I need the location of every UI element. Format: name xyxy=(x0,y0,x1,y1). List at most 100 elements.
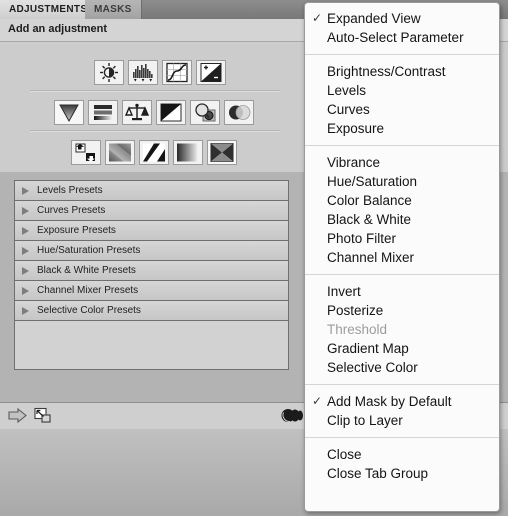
menu-item-auto-select-parameter[interactable]: Auto-Select Parameter xyxy=(305,28,499,47)
menu-item-label: Exposure xyxy=(327,121,385,136)
disclosure-triangle-icon xyxy=(22,246,29,255)
tab-adjustments[interactable]: ADJUSTMENTS xyxy=(0,0,98,19)
photo-filter-icon[interactable] xyxy=(190,99,220,125)
return-to-adjustment-list-icon[interactable] xyxy=(8,407,28,424)
menu-item-posterize[interactable]: Posterize xyxy=(305,301,499,320)
menu-item-label: Posterize xyxy=(327,303,384,318)
preset-label: Exposure Presets xyxy=(37,225,116,236)
menu-item-close[interactable]: Close xyxy=(305,445,499,464)
disclosure-triangle-icon xyxy=(22,186,29,195)
menu-item-selective-color[interactable]: Selective Color xyxy=(305,358,499,377)
adjustment-icon-row-3 xyxy=(0,137,304,167)
preset-row[interactable]: Black & White Presets xyxy=(15,261,288,281)
menu-item-close-tab-group[interactable]: Close Tab Group xyxy=(305,464,499,483)
invert-icon[interactable] xyxy=(71,139,101,165)
curves-glyph xyxy=(163,60,191,84)
exposure-icon[interactable] xyxy=(196,59,226,85)
clip-to-layer-icon[interactable] xyxy=(33,407,53,424)
menu-separator xyxy=(305,384,499,385)
menu-item-channel-mixer[interactable]: Channel Mixer xyxy=(305,248,499,267)
levels-icon[interactable] xyxy=(128,59,158,85)
presets-empty-area xyxy=(15,321,288,369)
preset-row[interactable]: Channel Mixer Presets xyxy=(15,281,288,301)
menu-item-label: Gradient Map xyxy=(327,341,409,356)
add-adjustment-label: Add an adjustment xyxy=(8,23,108,35)
check-icon: ✓ xyxy=(312,11,323,25)
icon-row-separator-1 xyxy=(30,90,280,92)
vibrance-glyph xyxy=(55,100,83,124)
menu-item-curves[interactable]: Curves xyxy=(305,100,499,119)
hue-saturation-icon[interactable] xyxy=(88,99,118,125)
menu-separator xyxy=(305,437,499,438)
menu-item-expanded-view[interactable]: ✓ Expanded View xyxy=(305,9,499,28)
menu-item-label: Photo Filter xyxy=(327,231,397,246)
menu-item-label: Black & White xyxy=(327,212,412,227)
menu-item-levels[interactable]: Levels xyxy=(305,81,499,100)
clip-layer-glyph xyxy=(34,407,51,423)
menu-item-photo-filter[interactable]: Photo Filter xyxy=(305,229,499,248)
disclosure-triangle-icon xyxy=(22,306,29,315)
menu-item-label: Brightness/Contrast xyxy=(327,64,446,79)
arrow-right-glyph xyxy=(8,407,27,424)
gradient-map-icon[interactable] xyxy=(173,139,203,165)
layer-visibility-glyph xyxy=(281,409,303,422)
preset-row[interactable]: Levels Presets xyxy=(15,181,288,201)
photo-filter-glyph xyxy=(191,100,219,124)
channel-mixer-icon[interactable] xyxy=(224,99,254,125)
menu-item-clip-to-layer[interactable]: Clip to Layer xyxy=(305,411,499,430)
menu-separator xyxy=(305,145,499,146)
menu-item-label: Add Mask by Default xyxy=(327,394,452,409)
gradient-map-glyph xyxy=(174,140,202,164)
threshold-glyph xyxy=(140,140,168,164)
preset-label: Hue/Saturation Presets xyxy=(37,245,141,256)
menu-item-label: Selective Color xyxy=(327,360,418,375)
menu-item-color-balance[interactable]: Color Balance xyxy=(305,191,499,210)
menu-item-label: Channel Mixer xyxy=(327,250,415,265)
preset-row[interactable]: Hue/Saturation Presets xyxy=(15,241,288,261)
menu-item-hue-saturation[interactable]: Hue/Saturation xyxy=(305,172,499,191)
menu-item-exposure[interactable]: Exposure xyxy=(305,119,499,138)
panel-flyout-menu: ✓ Expanded View Auto-Select Parameter Br… xyxy=(304,2,500,512)
preset-row[interactable]: Exposure Presets xyxy=(15,221,288,241)
menu-item-label: Close xyxy=(327,447,362,462)
disclosure-triangle-icon xyxy=(22,266,29,275)
menu-item-label: Levels xyxy=(327,83,367,98)
color-balance-glyph xyxy=(123,100,151,124)
disclosure-triangle-icon xyxy=(22,226,29,235)
menu-item-label: Hue/Saturation xyxy=(327,174,418,189)
color-balance-icon[interactable] xyxy=(122,99,152,125)
menu-item-black-and-white[interactable]: Black & White xyxy=(305,210,499,229)
toggle-layer-visibility-icon[interactable] xyxy=(280,407,303,424)
menu-item-vibrance[interactable]: Vibrance xyxy=(305,153,499,172)
vibrance-icon[interactable] xyxy=(54,99,84,125)
check-icon: ✓ xyxy=(312,394,323,408)
tab-masks[interactable]: MASKS xyxy=(85,0,142,19)
levels-glyph xyxy=(129,60,157,84)
disclosure-triangle-icon xyxy=(22,286,29,295)
menu-separator xyxy=(305,274,499,275)
brightness-contrast-icon[interactable] xyxy=(94,59,124,85)
menu-item-label: Expanded View xyxy=(327,11,421,26)
menu-item-threshold[interactable]: Threshold xyxy=(305,320,499,339)
menu-item-brightness-contrast[interactable]: Brightness/Contrast xyxy=(305,62,499,81)
preset-row[interactable]: Curves Presets xyxy=(15,201,288,221)
posterize-icon[interactable] xyxy=(105,139,135,165)
menu-item-invert[interactable]: Invert xyxy=(305,282,499,301)
menu-item-label: Auto-Select Parameter xyxy=(327,30,464,45)
menu-item-label: Close Tab Group xyxy=(327,466,429,481)
preset-row[interactable]: Selective Color Presets xyxy=(15,301,288,321)
menu-item-label: Color Balance xyxy=(327,193,412,208)
menu-item-label: Vibrance xyxy=(327,155,381,170)
selective-color-glyph xyxy=(208,140,236,164)
menu-item-add-mask-by-default[interactable]: ✓ Add Mask by Default xyxy=(305,392,499,411)
menu-item-gradient-map[interactable]: Gradient Map xyxy=(305,339,499,358)
preset-label: Selective Color Presets xyxy=(37,305,141,316)
curves-icon[interactable] xyxy=(162,59,192,85)
brightness-contrast-glyph xyxy=(95,60,123,84)
menu-item-label: Invert xyxy=(327,284,361,299)
black-and-white-icon[interactable] xyxy=(156,99,186,125)
threshold-icon[interactable] xyxy=(139,139,169,165)
menu-separator xyxy=(305,54,499,55)
exposure-glyph xyxy=(197,60,225,84)
selective-color-icon[interactable] xyxy=(207,139,237,165)
